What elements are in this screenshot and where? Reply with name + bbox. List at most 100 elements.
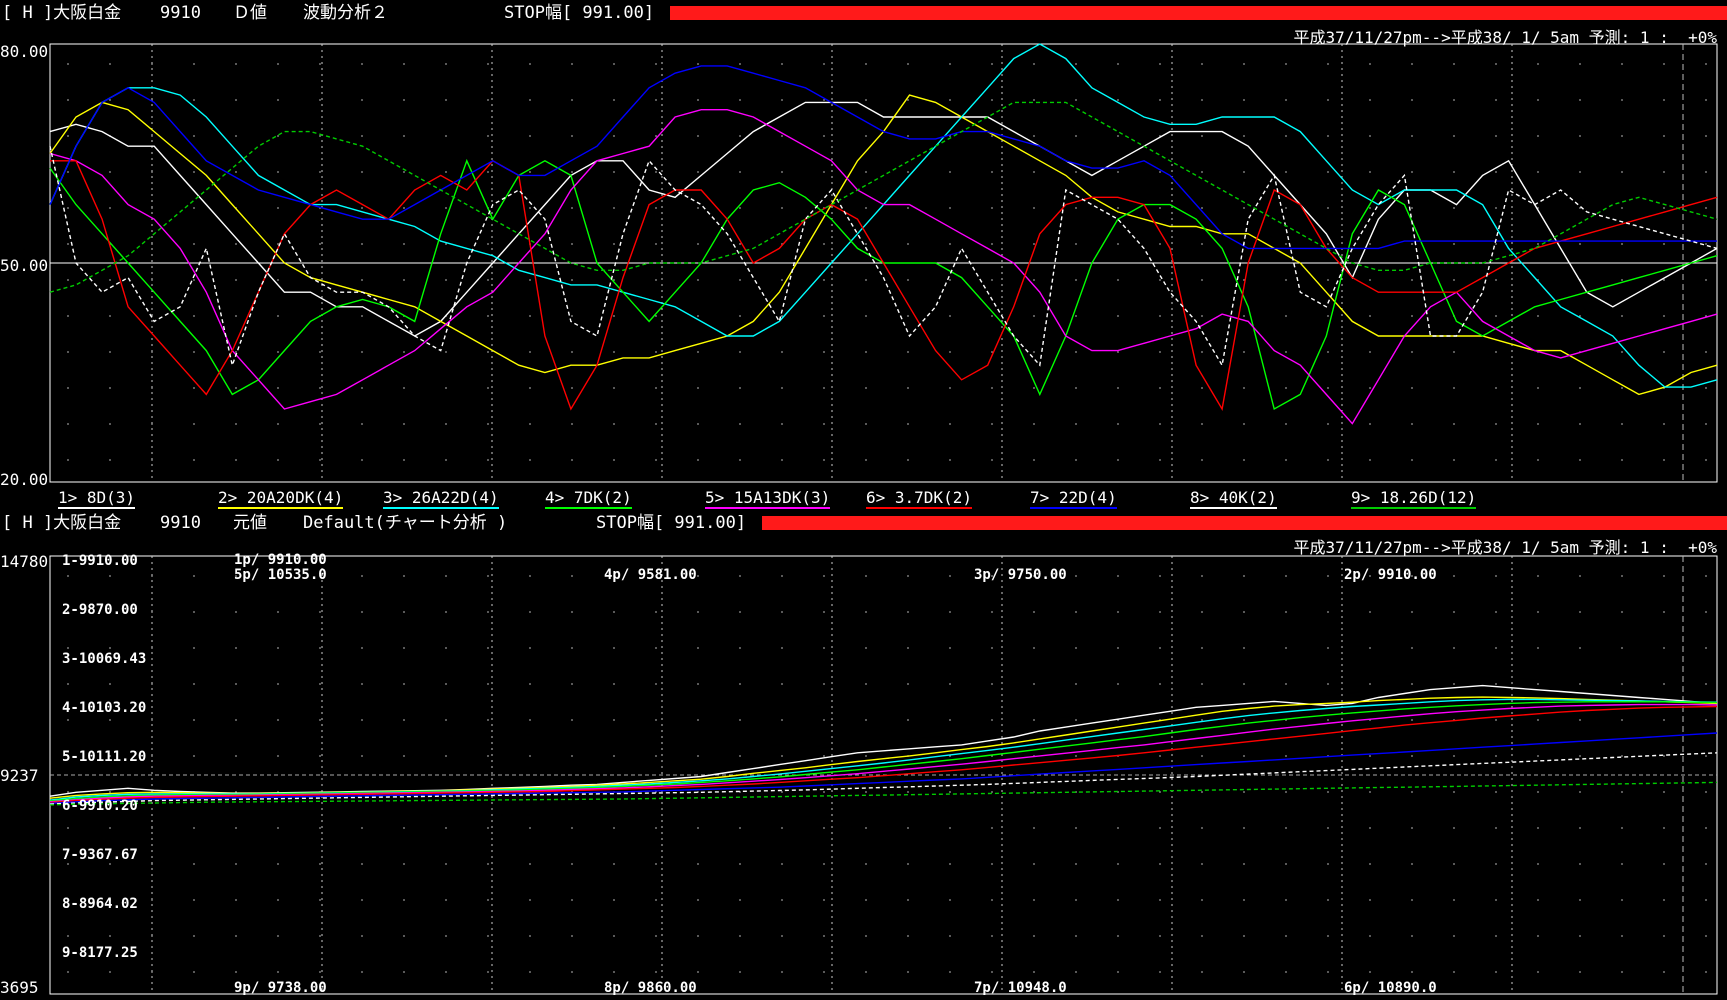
- grid-dot: [319, 899, 321, 901]
- grid-dot: [1243, 827, 1245, 829]
- grid-dot: [319, 647, 321, 649]
- grid-dot: [1579, 899, 1581, 901]
- bottom-annotation-7p: 7p/ 10948.0: [974, 980, 1067, 996]
- grid-dot: [1537, 683, 1539, 685]
- grid-dot: [1411, 935, 1413, 937]
- grid-dot: [1579, 863, 1581, 865]
- grid-dot: [193, 575, 195, 577]
- grid-dot: [445, 935, 447, 937]
- grid-dot: [1411, 791, 1413, 793]
- grid-dot: [277, 683, 279, 685]
- grid-dot: [529, 647, 531, 649]
- grid-dot: [1201, 899, 1203, 901]
- grid-dot: [949, 791, 951, 793]
- grid-dot: [1327, 827, 1329, 829]
- grid-dot: [949, 827, 951, 829]
- grid-dot: [1243, 611, 1245, 613]
- grid-dot: [739, 647, 741, 649]
- grid-dot: [1159, 863, 1161, 865]
- grid-dot: [1285, 611, 1287, 613]
- grid-dot: [697, 755, 699, 757]
- grid-dot: [1243, 683, 1245, 685]
- grid-dot: [739, 827, 741, 829]
- grid-dot: [865, 899, 867, 901]
- grid-dot: [487, 647, 489, 649]
- grid-dot: [697, 971, 699, 973]
- grid-dot: [1285, 683, 1287, 685]
- grid-dot: [1537, 935, 1539, 937]
- grid-dot: [865, 755, 867, 757]
- grid-dot: [1201, 719, 1203, 721]
- grid-dot: [1495, 611, 1497, 613]
- grid-dot: [319, 827, 321, 829]
- grid-dot: [1033, 827, 1035, 829]
- grid-dot: [445, 647, 447, 649]
- grid-dot: [781, 647, 783, 649]
- grid-dot: [67, 647, 69, 649]
- grid-dot: [1117, 971, 1119, 973]
- grid-dot: [1495, 863, 1497, 865]
- grid-dot: [1033, 935, 1035, 937]
- grid-dot: [781, 719, 783, 721]
- grid-dot: [109, 683, 111, 685]
- grid-dot: [487, 611, 489, 613]
- grid-dot: [1327, 791, 1329, 793]
- grid-dot: [571, 683, 573, 685]
- grid-dot: [1285, 935, 1287, 937]
- grid-dot: [277, 647, 279, 649]
- grid-dot: [739, 755, 741, 757]
- grid-dot: [739, 935, 741, 937]
- grid-dot: [1201, 863, 1203, 865]
- grid-dot: [1621, 899, 1623, 901]
- top-annotation-2p: 2p/ 9910.00: [1344, 567, 1437, 583]
- grid-dot: [235, 719, 237, 721]
- grid-dot: [613, 899, 615, 901]
- grid-dot: [151, 719, 153, 721]
- grid-dot: [319, 755, 321, 757]
- grid-dot: [991, 719, 993, 721]
- grid-dot: [1117, 899, 1119, 901]
- grid-dot: [1075, 647, 1077, 649]
- grid-dot: [1159, 827, 1161, 829]
- grid-dot: [739, 719, 741, 721]
- grid-dot: [1369, 683, 1371, 685]
- bottom-price-chart[interactable]: [0, 0, 1727, 1000]
- grid-dot: [1285, 791, 1287, 793]
- grid-dot: [1201, 755, 1203, 757]
- grid-dot: [1243, 647, 1245, 649]
- grid-dot: [949, 611, 951, 613]
- grid-dot: [1369, 935, 1371, 937]
- grid-dot: [403, 647, 405, 649]
- grid-dot: [823, 719, 825, 721]
- grid-dot: [361, 863, 363, 865]
- grid-dot: [1621, 719, 1623, 721]
- grid-dot: [109, 791, 111, 793]
- grid-dot: [739, 683, 741, 685]
- grid-dot: [1495, 971, 1497, 973]
- grid-dot: [361, 647, 363, 649]
- grid-dot: [1243, 971, 1245, 973]
- grid-dot: [907, 683, 909, 685]
- grid-dot: [1285, 755, 1287, 757]
- grid-dot: [1033, 899, 1035, 901]
- grid-dot: [487, 827, 489, 829]
- grid-dot: [1579, 719, 1581, 721]
- grid-dot: [1537, 827, 1539, 829]
- grid-dot: [487, 719, 489, 721]
- grid-dot: [487, 971, 489, 973]
- grid-dot: [529, 683, 531, 685]
- grid-dot: [529, 755, 531, 757]
- top-annotation-1p: 1p/ 9910.00: [234, 552, 327, 568]
- grid-dot: [193, 899, 195, 901]
- grid-dot: [571, 611, 573, 613]
- grid-dot: [67, 827, 69, 829]
- grid-dot: [613, 755, 615, 757]
- grid-dot: [1705, 935, 1707, 937]
- grid-dot: [1369, 863, 1371, 865]
- grid-dot: [571, 647, 573, 649]
- grid-dot: [613, 863, 615, 865]
- grid-dot: [445, 899, 447, 901]
- grid-dot: [445, 971, 447, 973]
- grid-dot: [1621, 791, 1623, 793]
- grid-dot: [235, 935, 237, 937]
